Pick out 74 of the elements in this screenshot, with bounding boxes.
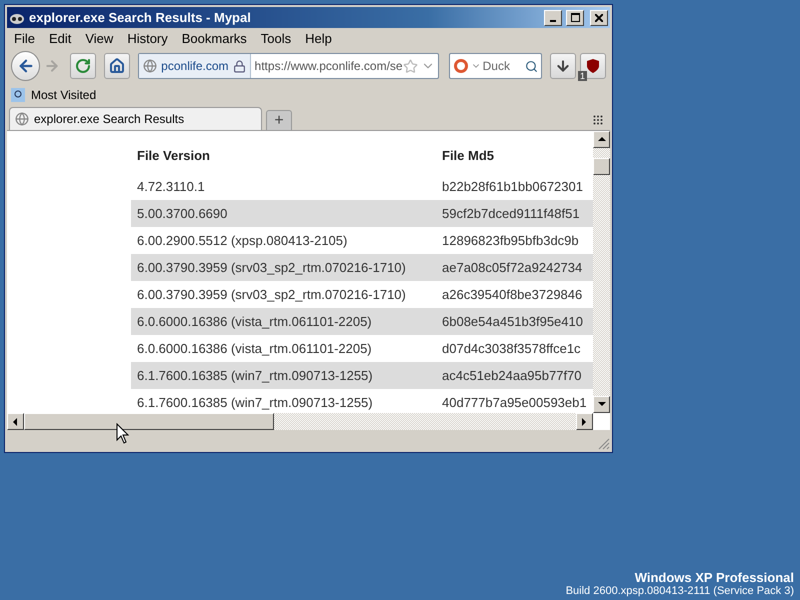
tab-label: explorer.exe Search Results — [34, 112, 184, 126]
home-button[interactable] — [104, 53, 130, 79]
table-cell: 6.1.7600.16385 (win7_rtm.090713-1255) — [137, 395, 373, 410]
reload-icon — [75, 58, 92, 74]
scroll-thumb[interactable] — [24, 413, 274, 430]
table-cell: 59cf2b7dced9111f48f51 — [442, 206, 580, 221]
menu-item[interactable]: Edit — [44, 30, 76, 46]
back-button[interactable] — [11, 51, 40, 81]
table-cell: 6.00.3790.3959 (srv03_sp2_rtm.070216-1710) — [137, 287, 406, 302]
grip-icon[interactable] — [592, 114, 604, 126]
address-bar[interactable]: pconlife.com https://www.pconlife.com/se — [138, 53, 439, 79]
table-cell: d07d4c3038f3578ffce1c — [442, 341, 581, 356]
table-cell: 40d777b7a95e00593eb1 — [442, 395, 587, 410]
star-icon[interactable] — [402, 58, 418, 74]
table-cell: 6.00.2900.5512 (xpsp.080413-2105) — [137, 233, 348, 248]
menu-item[interactable]: File — [9, 30, 40, 46]
maximize-button[interactable] — [566, 10, 584, 26]
os-edition-text: Windows XP Professional — [634, 570, 794, 585]
scroll-up-button[interactable] — [593, 131, 610, 148]
globe-icon — [15, 112, 29, 126]
scroll-left-button[interactable] — [7, 413, 24, 430]
scroll-thumb[interactable] — [593, 158, 610, 175]
menu-item[interactable]: View — [80, 30, 118, 46]
search-field[interactable]: Duck — [448, 53, 542, 79]
shield-button[interactable]: 1 — [580, 53, 606, 79]
minimize-button[interactable] — [544, 10, 562, 26]
table-cell: ae7a08c05f72a9242734 — [442, 260, 582, 275]
url-text: https://www.pconlife.com/se — [254, 59, 403, 73]
mouse-cursor-icon — [116, 423, 130, 445]
new-tab-button[interactable]: + — [266, 110, 292, 130]
menu-item[interactable]: Help — [300, 30, 337, 46]
down-arrow-icon — [555, 58, 571, 74]
menu-item[interactable]: Bookmarks — [176, 30, 252, 46]
scroll-down-button[interactable] — [593, 396, 610, 413]
search-engine-text: Duck — [482, 59, 511, 73]
table-cell: 6.00.3790.3959 (srv03_sp2_rtm.070216-1710) — [137, 260, 406, 275]
bookmark-icon — [11, 88, 25, 102]
table-cell: 6.0.6000.16386 (vista_rtm.061101-2205) — [137, 314, 372, 329]
home-icon — [109, 58, 126, 74]
window-title: explorer.exe Search Results - Mypal — [29, 10, 252, 25]
close-icon — [595, 14, 603, 22]
table-cell: 6b08e54a451b3f95e410 — [442, 314, 583, 329]
scroll-right-button[interactable] — [576, 413, 593, 430]
reload-button[interactable] — [70, 53, 96, 79]
os-build-text: Build 2600.xpsp.080413-2111 (Service Pack 3) — [566, 585, 794, 597]
globe-icon — [143, 59, 158, 73]
table-cell: 12896823fb95bfb3dc9b — [442, 233, 579, 248]
right-arrow-icon — [44, 58, 60, 74]
table-cell: 4.72.3110.1 — [137, 179, 205, 194]
site-domain: pconlife.com — [161, 59, 229, 73]
menu-item[interactable]: Tools — [256, 30, 296, 46]
maximize-icon — [570, 13, 580, 22]
horizontal-scrollbar[interactable] — [7, 413, 593, 430]
site-identity[interactable]: pconlife.com — [139, 54, 251, 78]
menu-item[interactable]: History — [122, 30, 173, 46]
lock-icon — [232, 60, 246, 72]
table-cell: 6.1.7600.16385 (win7_rtm.090713-1255) — [137, 368, 373, 383]
table-cell: 6.0.6000.16386 (vista_rtm.061101-2205) — [137, 341, 372, 356]
table-cell: 5.00.3700.6690 — [137, 206, 228, 221]
column-header: File Md5 — [442, 148, 496, 162]
column-header: File Version — [137, 148, 211, 162]
resize-grip-icon[interactable] — [598, 438, 610, 450]
minimize-icon — [550, 20, 556, 22]
bookmark-link[interactable]: Most Visited — [31, 88, 96, 102]
browser-tab[interactable]: explorer.exe Search Results — [9, 107, 262, 130]
count-badge: 1 — [578, 71, 588, 81]
shield-icon — [585, 58, 601, 74]
table-cell: ac4c51eb24aa95b77f70 — [442, 368, 582, 383]
table-cell: a26c39540f8be3729846 — [442, 287, 582, 302]
table-cell: b22b28f61b1bb0672301 — [442, 179, 583, 194]
close-button[interactable] — [590, 10, 608, 26]
vertical-scrollbar[interactable] — [593, 131, 610, 413]
download-button[interactable] — [550, 53, 576, 79]
search-icon[interactable] — [525, 60, 538, 72]
